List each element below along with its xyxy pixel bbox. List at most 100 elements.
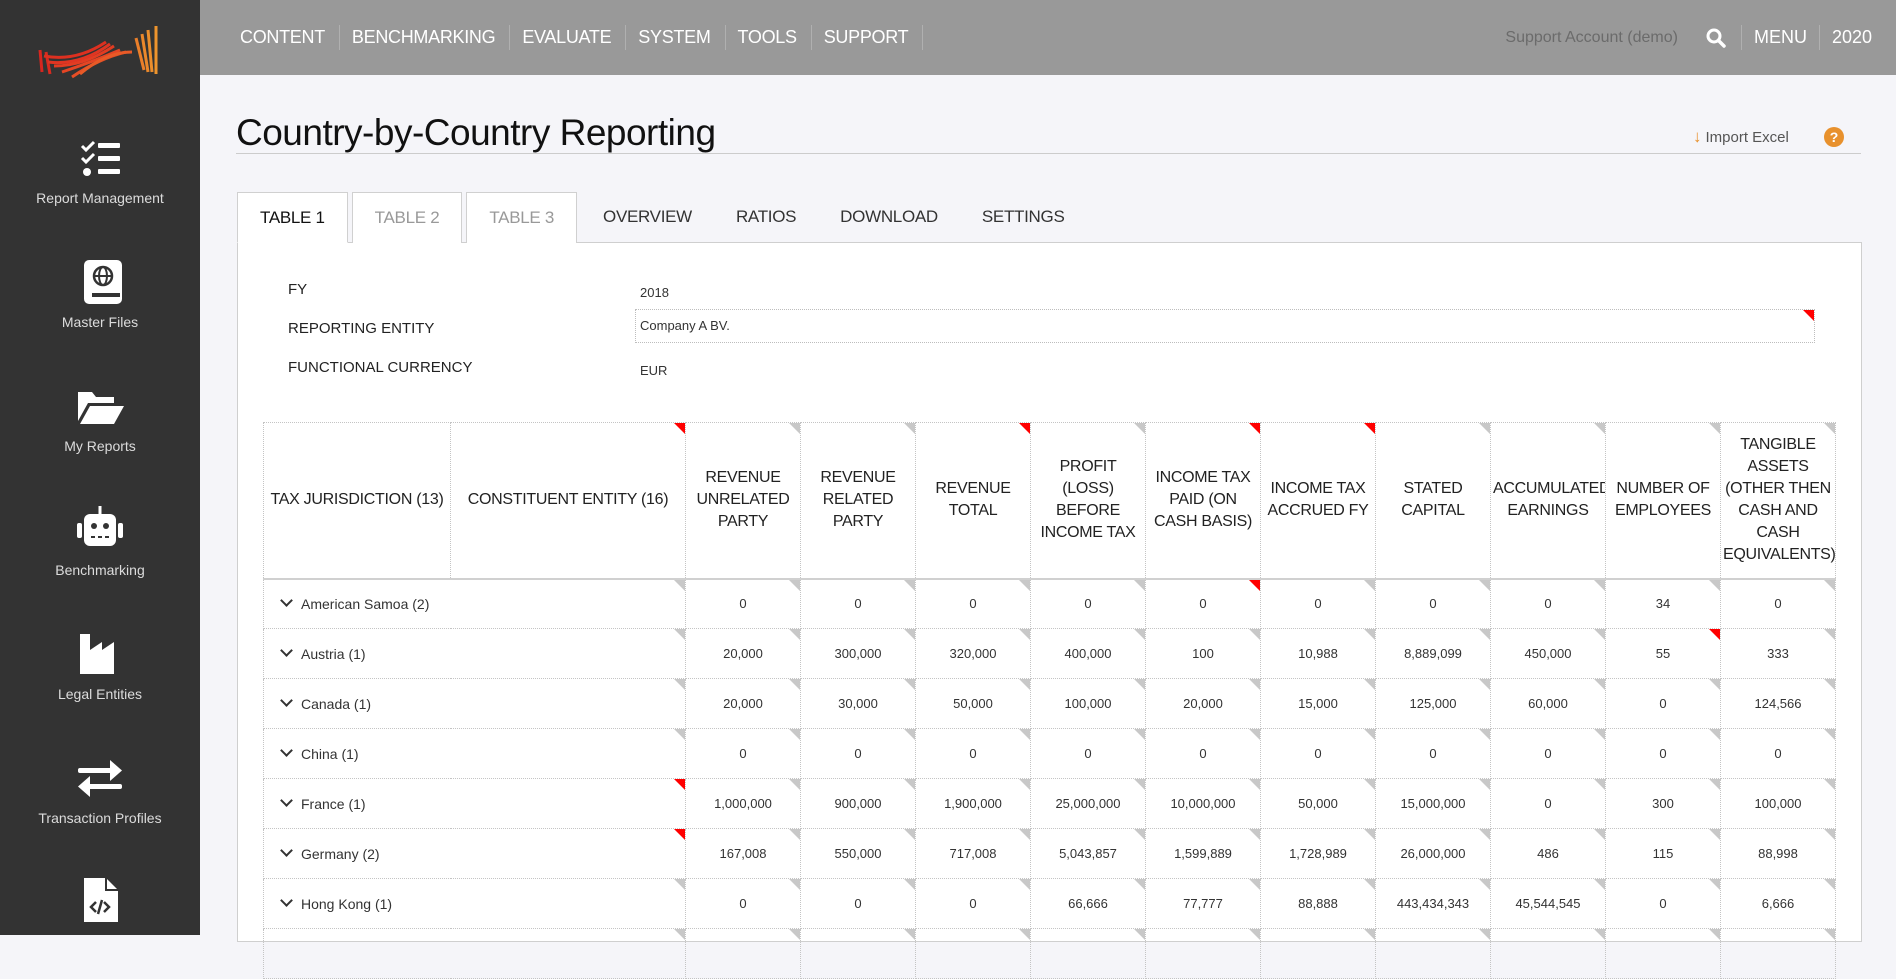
value-cell[interactable]: 34 xyxy=(1606,579,1721,629)
value-cell[interactable]: 0 xyxy=(916,879,1031,929)
sidebar-item-legal-entities[interactable]: Legal Entities xyxy=(0,630,200,702)
comment-marker[interactable] xyxy=(1709,629,1720,640)
value-cell[interactable]: 0 xyxy=(801,579,916,629)
value-cell[interactable]: 0 xyxy=(801,729,916,779)
value-cell[interactable]: 1,599,889 xyxy=(1146,829,1261,879)
tab-table-3[interactable]: TABLE 3 xyxy=(466,192,577,243)
comment-marker[interactable] xyxy=(789,729,800,740)
value-cell[interactable]: 0 xyxy=(1491,779,1606,829)
comment-marker[interactable] xyxy=(789,779,800,790)
comment-marker[interactable] xyxy=(904,423,915,434)
jurisdiction-cell[interactable]: Austria (1) xyxy=(264,629,686,679)
comment-marker[interactable] xyxy=(1824,729,1835,740)
comment-marker[interactable] xyxy=(1364,829,1375,840)
nav-system[interactable]: SYSTEM xyxy=(626,25,725,50)
search-icon[interactable] xyxy=(1706,28,1726,48)
chevron-down-icon[interactable] xyxy=(280,644,293,657)
comment-marker[interactable] xyxy=(1019,879,1030,890)
value-cell[interactable]: 0 xyxy=(1721,579,1836,629)
comment-marker[interactable] xyxy=(1803,310,1814,321)
comment-marker[interactable] xyxy=(1594,580,1605,591)
menu-button[interactable]: MENU xyxy=(1741,25,1819,50)
value-cell[interactable]: 77,777 xyxy=(1146,879,1261,929)
value-cell[interactable]: 0 xyxy=(916,729,1031,779)
value-cell[interactable]: 0 xyxy=(1491,579,1606,629)
value-cell[interactable] xyxy=(1261,929,1376,979)
value-cell[interactable]: 0 xyxy=(1376,579,1491,629)
jurisdiction-cell[interactable]: Canada (1) xyxy=(264,679,686,729)
comment-marker[interactable] xyxy=(789,829,800,840)
value-cell[interactable] xyxy=(1146,929,1261,979)
chevron-down-icon[interactable] xyxy=(280,894,293,907)
jurisdiction-cell[interactable]: American Samoa (2) xyxy=(264,579,686,629)
value-cell[interactable]: 88,998 xyxy=(1721,829,1836,879)
jurisdiction-cell[interactable]: Hong Kong (1) xyxy=(264,879,686,929)
comment-marker[interactable] xyxy=(1249,729,1260,740)
value-cell[interactable]: 717,008 xyxy=(916,829,1031,879)
value-cell[interactable]: 0 xyxy=(686,579,801,629)
value-cell[interactable]: 0 xyxy=(1491,729,1606,779)
value-cell[interactable]: 0 xyxy=(1031,729,1146,779)
value-cell[interactable]: 8,889,099 xyxy=(1376,629,1491,679)
comment-marker[interactable] xyxy=(1824,779,1835,790)
comment-marker[interactable] xyxy=(1594,779,1605,790)
value-cell[interactable]: 1,728,989 xyxy=(1261,829,1376,879)
comment-marker[interactable] xyxy=(1594,423,1605,434)
comment-marker[interactable] xyxy=(1249,629,1260,640)
value-cell[interactable] xyxy=(1491,929,1606,979)
comment-marker[interactable] xyxy=(1019,729,1030,740)
comment-marker[interactable] xyxy=(1479,423,1490,434)
value-cell[interactable]: 1,000,000 xyxy=(686,779,801,829)
comment-marker[interactable] xyxy=(1479,829,1490,840)
comment-marker[interactable] xyxy=(1019,580,1030,591)
comment-marker[interactable] xyxy=(1709,580,1720,591)
nav-benchmarking[interactable]: BENCHMARKING xyxy=(340,25,510,50)
comment-marker[interactable] xyxy=(1594,879,1605,890)
comment-marker[interactable] xyxy=(1364,879,1375,890)
comment-marker[interactable] xyxy=(1019,629,1030,640)
sidebar-item-benchmarking[interactable]: Benchmarking xyxy=(0,506,200,578)
jurisdiction-cell[interactable]: France (1) xyxy=(264,779,686,829)
comment-marker[interactable] xyxy=(1249,423,1260,434)
comment-marker[interactable] xyxy=(1479,629,1490,640)
comment-marker[interactable] xyxy=(674,580,685,591)
comment-marker[interactable] xyxy=(1824,879,1835,890)
value-cell[interactable]: 50,000 xyxy=(1261,779,1376,829)
value-cell[interactable]: 0 xyxy=(1721,729,1836,779)
value-cell[interactable]: 0 xyxy=(1606,679,1721,729)
chevron-down-icon[interactable] xyxy=(280,794,293,807)
value-cell[interactable]: 0 xyxy=(686,729,801,779)
comment-marker[interactable] xyxy=(674,629,685,640)
value-cell[interactable]: 167,008 xyxy=(686,829,801,879)
tab-table-2[interactable]: TABLE 2 xyxy=(352,192,463,243)
comment-marker[interactable] xyxy=(1019,829,1030,840)
comment-marker[interactable] xyxy=(1134,779,1145,790)
value-cell[interactable]: 60,000 xyxy=(1491,679,1606,729)
value-cell[interactable]: 45,544,545 xyxy=(1491,879,1606,929)
value-cell[interactable]: 20,000 xyxy=(1146,679,1261,729)
account-name[interactable]: Support Account (demo) xyxy=(1505,29,1678,47)
comment-marker[interactable] xyxy=(1134,423,1145,434)
comment-marker[interactable] xyxy=(1019,423,1030,434)
value-cell[interactable]: 30,000 xyxy=(801,679,916,729)
value-cell[interactable]: 0 xyxy=(1376,729,1491,779)
comment-marker[interactable] xyxy=(904,580,915,591)
comment-marker[interactable] xyxy=(789,879,800,890)
jurisdiction-cell[interactable]: China (1) xyxy=(264,729,686,779)
comment-marker[interactable] xyxy=(1479,580,1490,591)
comment-marker[interactable] xyxy=(674,879,685,890)
value-cell[interactable]: 300 xyxy=(1606,779,1721,829)
value-cell[interactable]: 0 xyxy=(1261,729,1376,779)
value-cell[interactable]: 443,434,343 xyxy=(1376,879,1491,929)
nav-evaluate[interactable]: EVALUATE xyxy=(510,25,626,50)
comment-marker[interactable] xyxy=(1134,879,1145,890)
value-cell[interactable]: 100,000 xyxy=(1721,779,1836,829)
value-cell[interactable]: 900,000 xyxy=(801,779,916,829)
comment-marker[interactable] xyxy=(1019,679,1030,690)
value-cell[interactable] xyxy=(1376,929,1491,979)
comment-marker[interactable] xyxy=(1134,679,1145,690)
comment-marker[interactable] xyxy=(1479,679,1490,690)
comment-marker[interactable] xyxy=(674,423,685,434)
value-cell[interactable]: 320,000 xyxy=(916,629,1031,679)
value-cell[interactable] xyxy=(801,929,916,979)
